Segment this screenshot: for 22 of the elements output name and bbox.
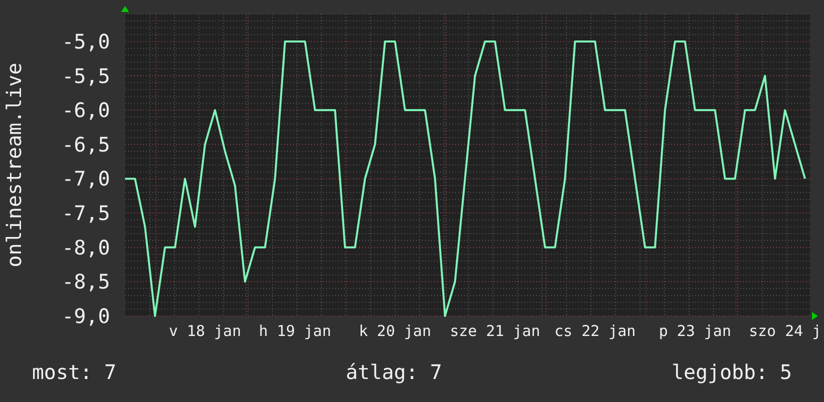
y-axis-title: onlinestream.live: [2, 62, 26, 268]
stat-text: átlag: 7: [346, 360, 442, 384]
x-axis-label: sze 21 jan: [450, 322, 540, 340]
y-axis-label: -6,5: [62, 132, 110, 156]
x-axis-label: h 19 jan: [258, 322, 332, 340]
y-axis-label: -9,0: [62, 304, 110, 328]
y-axis-label: -5,5: [62, 64, 110, 88]
y-axis-label: -8,5: [62, 270, 110, 294]
axis-arrow-icon: [121, 6, 129, 12]
axis-arrow-icon: [812, 312, 818, 320]
y-axis-label: -8,0: [62, 235, 110, 260]
stat-text: legjobb: 5: [672, 360, 792, 384]
y-axis-label: -7,0: [62, 166, 110, 191]
x-axis-label: v 18 jan: [168, 322, 242, 340]
x-axis-label: p 23 jan: [658, 322, 732, 340]
x-axis-label: cs 22 jan: [554, 322, 636, 340]
stat-text: most: 7: [32, 360, 116, 384]
x-axis-label: k 20 jan: [358, 322, 432, 340]
x-axis-label: szo 24 j: [748, 322, 822, 340]
y-axis-label: -7,5: [62, 201, 110, 226]
y-axis-label: -5,0: [62, 29, 110, 54]
y-axis-label: -6,0: [62, 98, 110, 122]
